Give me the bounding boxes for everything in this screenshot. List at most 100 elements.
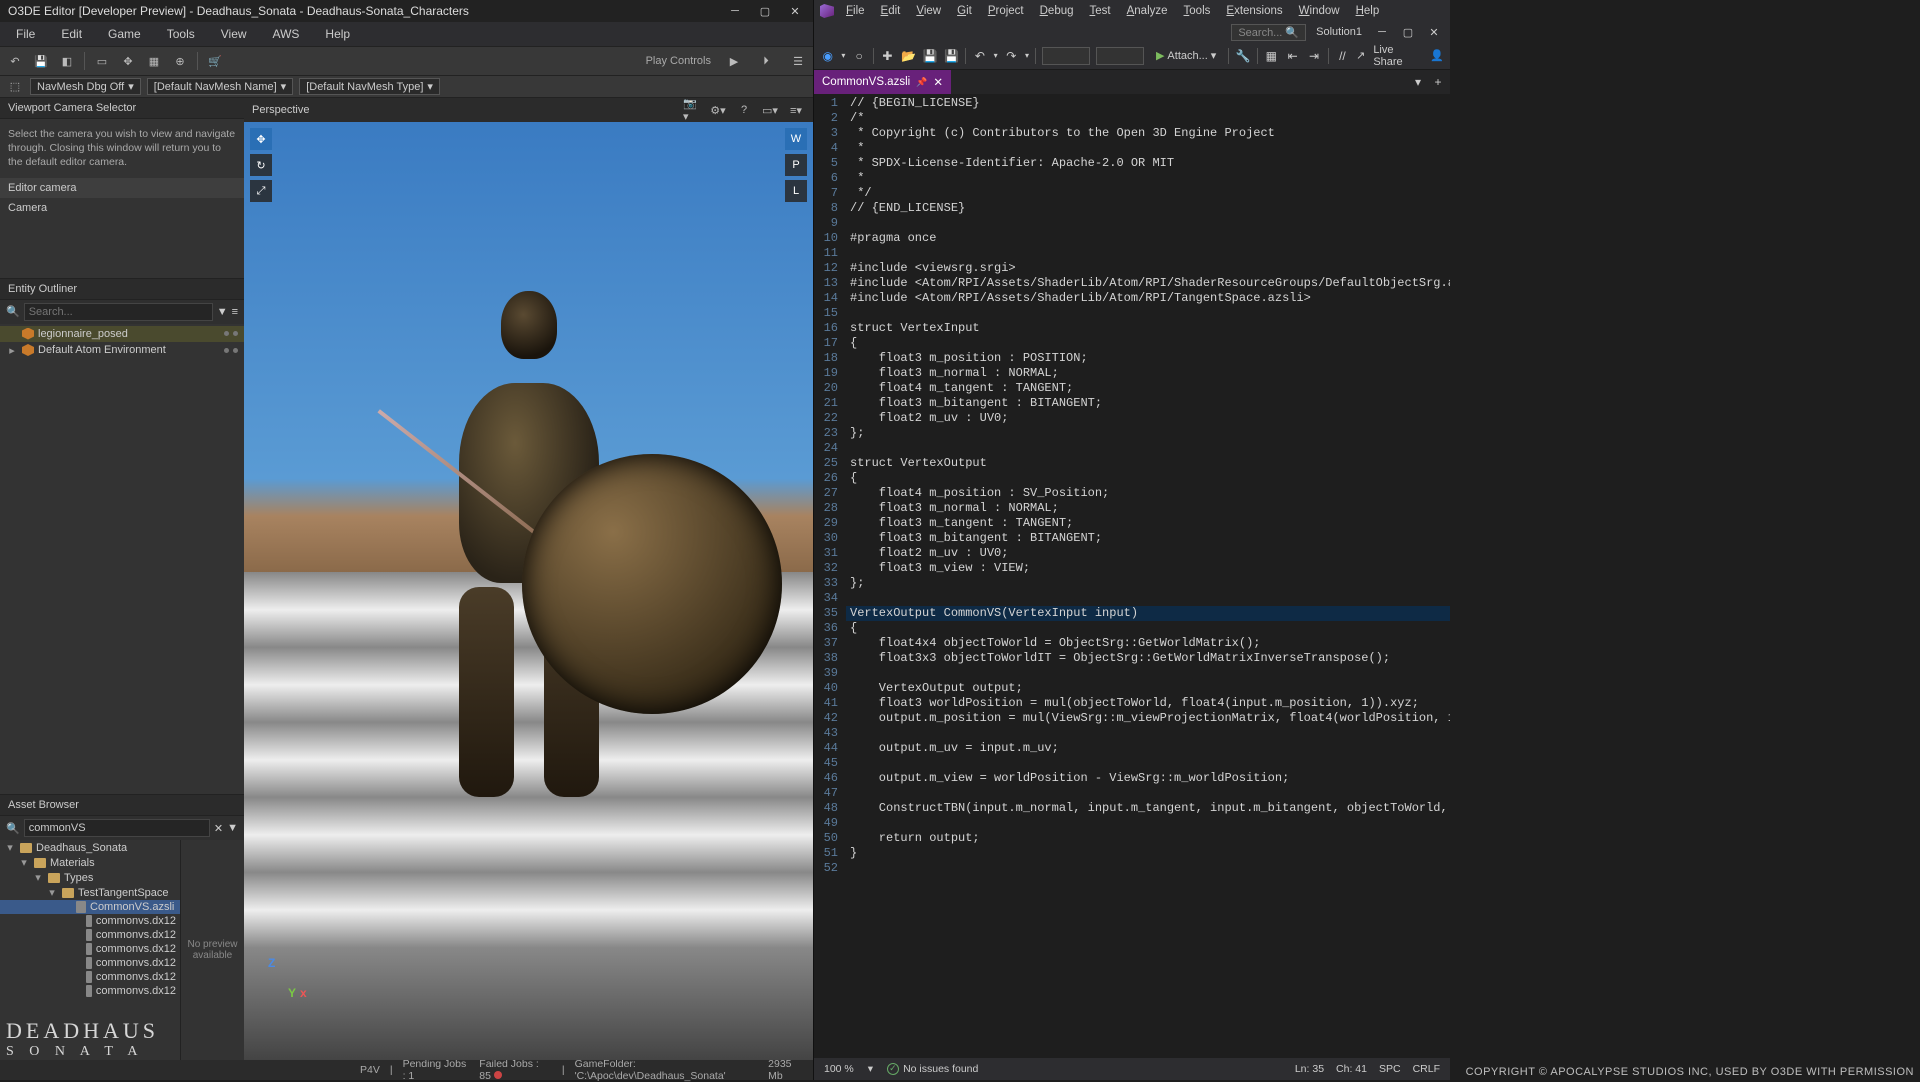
find-icon[interactable]: 🔧 [1235, 48, 1250, 64]
redo-icon[interactable]: ↷ [1004, 48, 1019, 64]
add-tab-icon[interactable]: + [1430, 74, 1446, 90]
asset-row[interactable]: commonvs.dx12 [0, 914, 180, 928]
liveshare-icon[interactable]: ↗ [1356, 49, 1365, 62]
tab-dropdown-icon[interactable]: ▾ [1410, 74, 1426, 90]
tab-commonvs[interactable]: CommonVS.azsli 📌 ✕ [814, 70, 951, 94]
pin-icon[interactable]: 📌 [916, 77, 927, 88]
vs-menu-view[interactable]: View [910, 3, 947, 19]
vs-close-button[interactable]: ✕ [1424, 24, 1444, 40]
indent-icon[interactable]: ⇤ [1285, 48, 1300, 64]
layout-icon[interactable]: ▦ [1264, 48, 1279, 64]
asset-row[interactable]: ▾ TestTangentSpace [0, 885, 180, 900]
vs-search-input[interactable]: Search... 🔍 [1231, 24, 1306, 41]
asset-search-input[interactable] [24, 819, 210, 837]
minimize-button[interactable]: ─ [725, 3, 745, 19]
vs-menu-window[interactable]: Window [1293, 3, 1346, 19]
navmesh-name-dropdown[interactable]: [Default NavMesh Name] ▾ [147, 78, 293, 95]
menu-game[interactable]: Game [98, 25, 151, 43]
globe-icon[interactable]: ⊕ [171, 52, 189, 70]
outliner-search-input[interactable] [24, 303, 213, 321]
save-all-icon[interactable]: 💾 [944, 48, 959, 64]
vs-menu-extensions[interactable]: Extensions [1220, 3, 1288, 19]
comment-icon[interactable]: // [1335, 48, 1350, 64]
asset-row[interactable]: commonvs.dx12 [0, 956, 180, 970]
menu-tools[interactable]: Tools [157, 25, 205, 43]
attach-button[interactable]: ▶Attach... ▾ [1150, 48, 1222, 63]
vs-menu-analyze[interactable]: Analyze [1121, 3, 1174, 19]
vs-minimize-button[interactable]: ─ [1372, 24, 1392, 40]
maximize-button[interactable]: ▢ [755, 3, 775, 19]
asset-row[interactable]: commonvs.dx12 [0, 970, 180, 984]
outdent-icon[interactable]: ⇥ [1306, 48, 1321, 64]
outliner-row[interactable]: ▸Default Atom Environment [0, 342, 244, 359]
filter-icon[interactable]: ▼ [227, 822, 238, 834]
menu-edit[interactable]: Edit [51, 25, 92, 43]
3d-viewport[interactable]: ✥ ↻ ⤢ WPL ZYx [244, 122, 813, 1060]
account-icon[interactable]: 👤 [1430, 49, 1444, 62]
vs-menu-tools[interactable]: Tools [1178, 3, 1217, 19]
menu-view[interactable]: View [211, 25, 257, 43]
solution-name[interactable]: Solution1 [1316, 26, 1362, 38]
navmesh-dbg-dropdown[interactable]: NavMesh Dbg Off ▾ [30, 78, 141, 95]
cart-icon[interactable]: 🛒 [206, 52, 224, 70]
filter-icon[interactable]: ▼ [217, 306, 228, 318]
nav-back-icon[interactable]: ◉ [820, 48, 835, 64]
outliner-row[interactable]: legionnaire_posed [0, 326, 244, 342]
save-icon[interactable]: 💾 [922, 48, 937, 64]
config-dropdown[interactable] [1042, 47, 1090, 65]
nav-fwd-icon[interactable]: ○ [851, 48, 866, 64]
vs-menu-git[interactable]: Git [951, 3, 978, 19]
vs-menu-project[interactable]: Project [982, 3, 1030, 19]
navmesh-toggle-icon[interactable]: ⬚ [6, 78, 24, 96]
camera-row-editor[interactable]: Editor camera [0, 178, 244, 198]
help-icon[interactable]: ? [735, 101, 753, 119]
liveshare-label[interactable]: Live Share [1373, 44, 1422, 68]
viewport-mode-w[interactable]: W [785, 128, 807, 150]
play-icon[interactable]: ▶ [725, 52, 743, 70]
menu-file[interactable]: File [6, 25, 45, 43]
tab-close-icon[interactable]: ✕ [933, 75, 943, 89]
orbit-button[interactable]: ↻ [250, 154, 272, 176]
vs-menu-help[interactable]: Help [1350, 3, 1386, 19]
step-icon[interactable]: ⏵ [757, 52, 775, 70]
move-icon[interactable]: ✥ [119, 52, 137, 70]
new-icon[interactable]: ✚ [880, 48, 895, 64]
select-icon[interactable]: ▭ [93, 52, 111, 70]
asset-row[interactable]: commonvs.dx12 [0, 984, 180, 998]
gear-dd-icon[interactable]: ⚙▾ [709, 101, 727, 119]
code-editor[interactable]: 1234567891011121314151617181920212223242… [814, 94, 1450, 1058]
layers-icon[interactable]: ◧ [58, 52, 76, 70]
camera-dd-icon[interactable]: 📷▾ [683, 101, 701, 119]
clear-icon[interactable]: ✕ [214, 822, 223, 835]
expand-button[interactable]: ⤢ [250, 180, 272, 202]
move-gizmo-button[interactable]: ✥ [250, 128, 272, 150]
menu-help[interactable]: Help [315, 25, 360, 43]
zoom-level[interactable]: 100 % [824, 1063, 854, 1075]
p4v-status[interactable]: P4V [360, 1064, 380, 1076]
vs-menu-file[interactable]: File [840, 3, 871, 19]
asset-row[interactable]: ▾ Materials [0, 855, 180, 870]
asset-row[interactable]: commonvs.dx12 [0, 942, 180, 956]
navmesh-type-dropdown[interactable]: [Default NavMesh Type] ▾ [299, 78, 440, 95]
asset-row[interactable]: CommonVS.azsli [0, 900, 180, 914]
asset-row[interactable]: ▾ Types [0, 870, 180, 885]
menu-aws[interactable]: AWS [263, 25, 310, 43]
undo-icon[interactable]: ↶ [6, 52, 24, 70]
platform-dropdown[interactable] [1096, 47, 1144, 65]
open-icon[interactable]: 📂 [901, 48, 916, 64]
asset-row[interactable]: ▾ Deadhaus_Sonata [0, 840, 180, 855]
viewport-mode-p[interactable]: P [785, 154, 807, 176]
snap-icon[interactable]: ▦ [145, 52, 163, 70]
vs-maximize-button[interactable]: ▢ [1398, 24, 1418, 40]
viewport-mode-l[interactable]: L [785, 180, 807, 202]
vs-menu-debug[interactable]: Debug [1034, 3, 1080, 19]
aspect-dd-icon[interactable]: ▭▾ [761, 101, 779, 119]
camera-row-camera[interactable]: Camera [0, 198, 244, 218]
save-icon[interactable]: 💾 [32, 52, 50, 70]
asset-row[interactable]: commonvs.dx12 [0, 928, 180, 942]
hamburger-icon[interactable]: ≡▾ [787, 101, 805, 119]
close-button[interactable]: ✕ [785, 3, 805, 19]
vs-menu-edit[interactable]: Edit [875, 3, 907, 19]
menu-icon[interactable]: ☰ [789, 52, 807, 70]
vs-menu-test[interactable]: Test [1084, 3, 1117, 19]
